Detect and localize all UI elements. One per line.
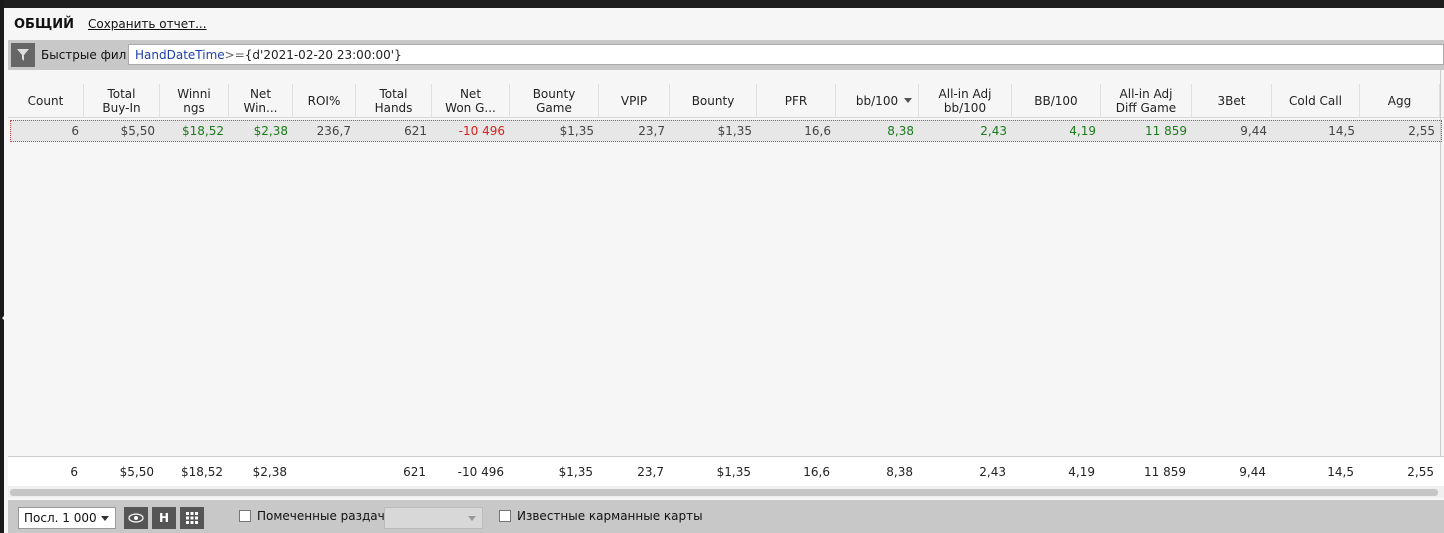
bottom-toolbar: Посл. 1 000 H Помеченные раздачи Известн… [8,500,1444,533]
totals-row: 6 $5,50 $18,52 $2,38 621 -10 496 $1,35 23,7 $1,3… [8,456,1444,486]
column-header-total-hands[interactable]: Total Hands [356,84,432,118]
total-bounty: $1,35 [716,465,751,479]
chevron-down-icon [468,516,476,521]
cell-roi: 236,7 [316,124,351,138]
total-total-hands: 621 [403,465,426,479]
total-net-winnings: $2,38 [252,465,287,479]
total-count: 6 [70,465,78,479]
column-header-roi[interactable]: ROI% [293,84,356,118]
column-header-total-buy-in[interactable]: Total Buy-In [84,84,160,118]
column-header-bounty-game[interactable]: Bounty Game [510,84,599,118]
column-header-net-winnings[interactable]: Net Win... [229,84,293,118]
cell-total-buy-in: $5,50 [120,124,155,138]
column-header-bb100-big[interactable]: BB/100 [1012,84,1101,118]
column-header-row: Count Total Buy-In Winni ngs Net Win... ROI%… [8,84,1444,118]
cell-allin-adj-diff-game: 11 859 [1145,124,1187,138]
chevron-down-icon [101,516,109,521]
report-title: ОБЩИЙ [14,16,74,32]
quick-filter-input[interactable]: HandDateTime >= {d'2021-02-20 23:00:00'} [128,44,1444,65]
table-row[interactable]: 6 $5,50 $18,52 $2,38 236,7 621 -10 496 $1,35 23,… [10,120,1442,142]
marked-hands-select [384,507,483,529]
column-header-net-won-game[interactable]: Net Won G... [432,84,510,118]
total-bb100: 8,38 [886,465,913,479]
cell-bounty: $1,35 [717,124,752,138]
last-hands-value: Посл. 1 000 [24,511,97,525]
cell-net-won-game: -10 496 [458,124,505,138]
eye-icon[interactable] [124,507,148,529]
report-header: ОБЩИЙ Сохранить отчет... [4,8,1444,40]
column-header-count[interactable]: Count [8,84,84,118]
cell-bb100: 8,38 [887,124,914,138]
horizontal-scrollbar[interactable] [8,486,1444,498]
quick-filter-label: Быстрые фильт [41,48,127,62]
grid-right-border [1440,70,1441,456]
cell-net-winnings: $2,38 [253,124,288,138]
total-pfr: 16,6 [803,465,830,479]
total-3bet: 9,44 [1239,465,1266,479]
column-header-pfr[interactable]: PFR [757,84,836,118]
total-cold-call: 14,5 [1327,465,1354,479]
cell-total-hands: 621 [404,124,427,138]
column-header-agg[interactable]: Agg [1360,84,1440,118]
h-button[interactable]: H [152,507,176,529]
last-hands-select[interactable]: Посл. 1 000 [18,507,116,529]
column-header-winnings[interactable]: Winni ngs [160,84,229,118]
total-bounty-game: $1,35 [558,465,593,479]
column-header-allin-adj-bb100[interactable]: All-in Adj bb/100 [919,84,1012,118]
total-total-buy-in: $5,50 [119,465,154,479]
column-header-vpip[interactable]: VPIP [599,84,670,118]
quick-filter-bar: Быстрые фильт HandDateTime >= {d'2021-02… [8,40,1444,70]
sort-desc-icon [904,98,912,103]
total-agg: 2,55 [1407,465,1434,479]
stats-grid: Count Total Buy-In Winni ngs Net Win... ROI%… [8,70,1444,456]
column-header-3bet[interactable]: 3Bet [1192,84,1272,118]
cell-agg: 2,55 [1408,124,1435,138]
cell-pfr: 16,6 [804,124,831,138]
marked-hands-toggle[interactable]: Помеченные раздачи [239,509,393,523]
cell-bounty-game: $1,35 [559,124,594,138]
total-allin-adj-diff-game: 11 859 [1144,465,1186,479]
cell-3bet: 9,44 [1240,124,1267,138]
total-vpip: 23,7 [637,465,664,479]
cell-vpip: 23,7 [638,124,665,138]
cell-bb100-big: 4,19 [1069,124,1096,138]
grid-icon[interactable] [180,507,204,529]
left-panel-edge [0,0,8,533]
filter-icon[interactable] [11,43,35,67]
known-hole-cards-label: Известные карманные карты [517,509,703,523]
total-bb100-big: 4,19 [1068,465,1095,479]
filter-value: {d'2021-02-20 23:00:00'} [244,47,402,62]
total-net-won-game: -10 496 [457,465,504,479]
column-header-bb100[interactable]: bb/100 [836,84,919,118]
filter-field: HandDateTime [135,47,225,62]
window-top-edge [0,0,1444,8]
cell-winnings: $18,52 [182,124,224,138]
marked-hands-checkbox[interactable] [239,510,251,522]
save-report-link[interactable]: Сохранить отчет... [88,17,207,31]
cell-allin-adj-bb100: 2,43 [980,124,1007,138]
column-header-cold-call[interactable]: Cold Call [1272,84,1360,118]
total-roi [293,457,356,487]
total-winnings: $18,52 [181,465,223,479]
known-hole-cards-toggle[interactable]: Известные карманные карты [499,509,703,523]
filter-operator: >= [224,47,245,62]
cell-count: 6 [71,124,79,138]
column-header-allin-adj-diff-game[interactable]: All-in Adj Diff Game [1101,84,1192,118]
total-allin-adj-bb100: 2,43 [979,465,1006,479]
known-hole-cards-checkbox[interactable] [499,510,511,522]
horizontal-scrollbar-thumb[interactable] [10,489,1438,496]
cell-cold-call: 14,5 [1328,124,1355,138]
column-header-bounty[interactable]: Bounty [670,84,757,118]
marked-hands-label: Помеченные раздачи [257,509,393,523]
